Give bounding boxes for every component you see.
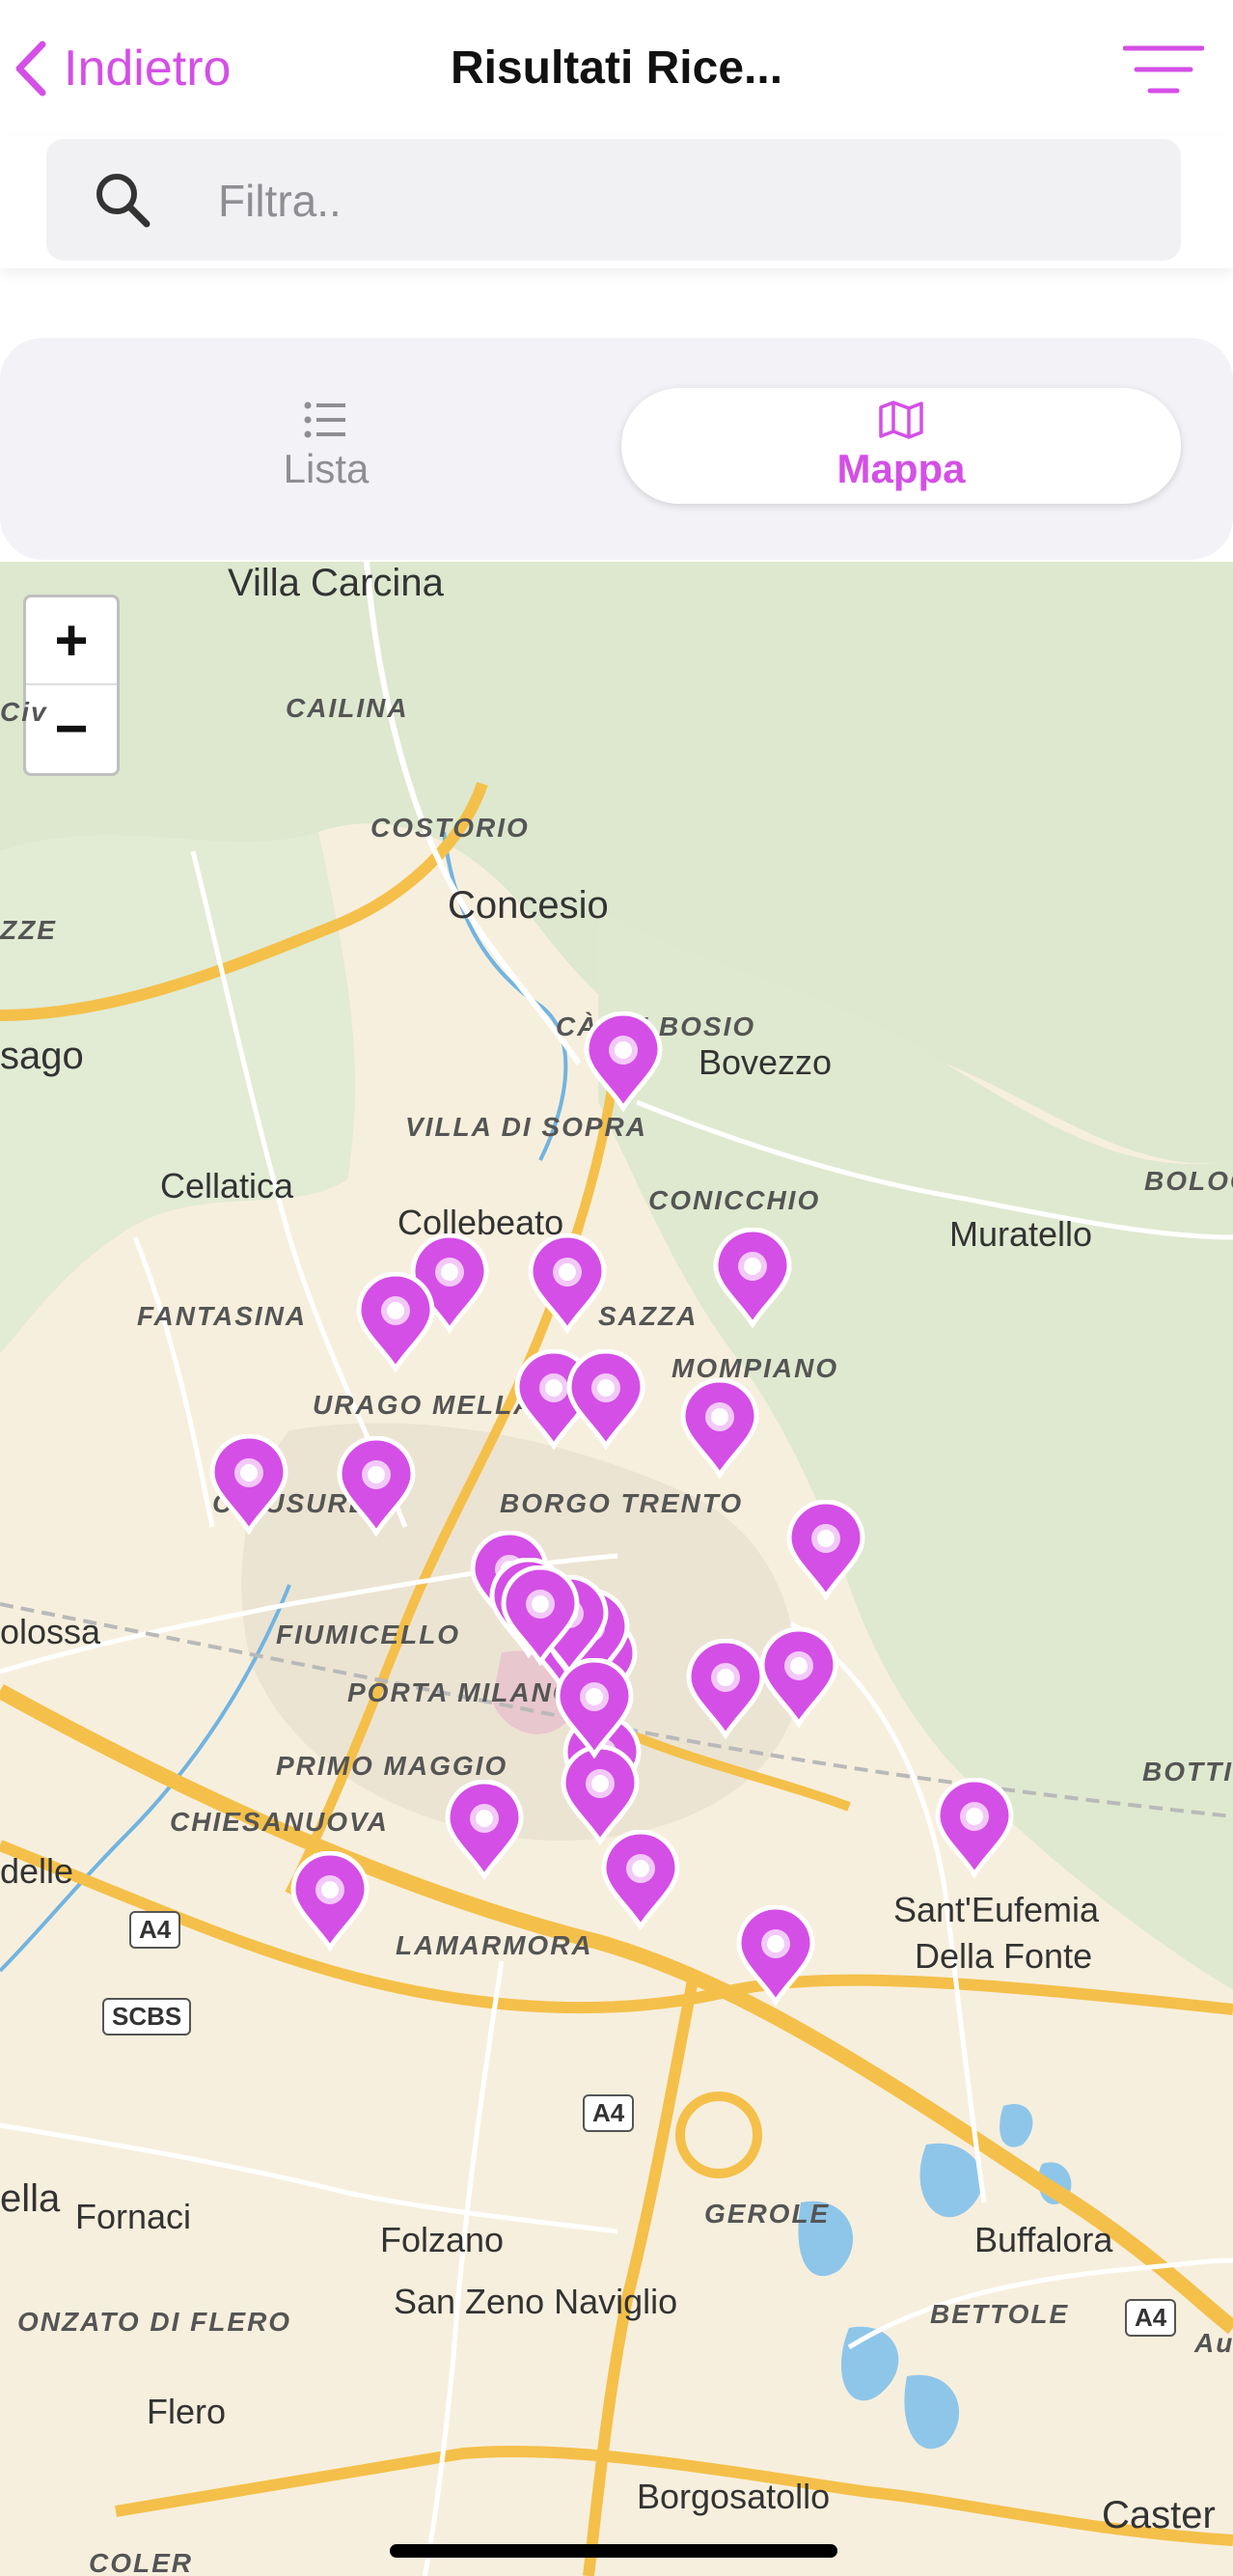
place-label: Flero	[147, 2392, 227, 2431]
map-pin-icon[interactable]	[525, 1233, 610, 1335]
place-label: Bovezzo	[699, 1042, 833, 1082]
place-label: Villa Carcina	[228, 562, 444, 604]
map-pin-icon[interactable]	[563, 1348, 648, 1451]
map-pin-icon[interactable]	[710, 1227, 795, 1329]
home-indicator	[390, 2544, 837, 2558]
map-pin-icon[interactable]	[677, 1377, 762, 1480]
tab-mappa[interactable]: Mappa	[621, 388, 1181, 504]
list-icon	[304, 402, 345, 438]
map-pin-icon[interactable]	[581, 1011, 666, 1113]
place-label: BETTOLE	[930, 2299, 1070, 2329]
page-title: Risultati Rice...	[450, 42, 783, 94]
place-label: Fornaci	[75, 2197, 192, 2236]
map-base	[0, 562, 1233, 2576]
map-pin-icon[interactable]	[353, 1271, 438, 1373]
place-label: GEROLE	[704, 2199, 831, 2229]
place-label: LAMARMORA	[396, 1930, 593, 1960]
road-shield: A4	[583, 2094, 635, 2132]
zoom-controls: + −	[23, 595, 120, 776]
place-label: Civ	[0, 697, 48, 727]
tab-lista-label: Lista	[283, 446, 370, 491]
place-label: COLER	[89, 2548, 193, 2576]
place-label: San Zeno Naviglio	[394, 2282, 678, 2321]
road-shield: A4	[1125, 2299, 1177, 2337]
map-pin-icon[interactable]	[733, 1904, 818, 2007]
place-label: Muratello	[949, 1214, 1093, 1254]
filter-lines-icon[interactable]	[1123, 42, 1204, 97]
place-label: delle	[0, 1851, 74, 1891]
map-pin-icon[interactable]	[932, 1777, 1017, 1879]
map-pin-icon[interactable]	[683, 1638, 768, 1740]
map-view[interactable]: + − Villa Carcina CAILINA Civ COSTORIO C…	[0, 562, 1233, 2576]
tab-mappa-label: Mappa	[836, 446, 966, 491]
map-pin-icon[interactable]	[206, 1433, 291, 1536]
view-switcher: Lista Mappa	[0, 338, 1233, 560]
place-label: BORGO TRENTO	[500, 1488, 744, 1518]
place-label: PRIMO MAGGIO	[276, 1751, 508, 1781]
map-icon	[879, 401, 923, 439]
search-bar-container	[0, 135, 1233, 268]
place-label: Caster	[1102, 2494, 1216, 2536]
place-label: Borgosatollo	[637, 2477, 831, 2516]
place-label: sago	[0, 1035, 84, 1077]
navigation-bar: Indietro Risultati Rice...	[0, 0, 1233, 135]
place-label: Buffalora	[974, 2220, 1113, 2259]
place-label: ZZE	[0, 915, 57, 945]
place-label: ella	[0, 2177, 61, 2220]
map-pin-icon[interactable]	[334, 1435, 419, 1537]
search-icon	[96, 174, 151, 228]
map-pin-icon[interactable]	[756, 1626, 841, 1729]
map-pin-icon[interactable]	[598, 1829, 683, 1931]
place-label: COSTORIO	[370, 813, 530, 843]
place-label: Au	[1194, 2328, 1233, 2358]
place-label: VILLA DI SOPRA	[405, 1112, 647, 1142]
place-label: FIUMICELLO	[276, 1620, 461, 1649]
map-pin-icon[interactable]	[783, 1499, 868, 1601]
place-label: FANTASINA	[137, 1301, 308, 1331]
place-label: ONZATO DI FLERO	[17, 2307, 292, 2337]
search-input[interactable]	[216, 139, 1146, 263]
map-pin-icon[interactable]	[552, 1657, 637, 1759]
place-label: Sant'Eufemia	[893, 1890, 1099, 1929]
place-label: Concesio	[448, 884, 609, 927]
place-label: CHIESANUOVA	[170, 1807, 389, 1837]
place-label: Folzano	[380, 2220, 505, 2259]
map-pin-icon[interactable]	[442, 1779, 527, 1881]
place-label: olossa	[0, 1612, 101, 1651]
place-label: CAILINA	[286, 693, 409, 723]
map-pin-icon[interactable]	[288, 1850, 372, 1953]
place-label: BOLOG	[1144, 1166, 1233, 1196]
place-label: BOTTIC	[1142, 1757, 1233, 1787]
road-shield: SCBS	[102, 1998, 192, 2036]
search-field[interactable]	[46, 139, 1181, 263]
place-label: Cellatica	[160, 1166, 294, 1205]
map-pin-icon[interactable]	[498, 1565, 583, 1667]
place-label: Della Fonte	[915, 1936, 1093, 1976]
place-label: CONICCHIO	[648, 1185, 821, 1215]
road-shield: A4	[129, 1911, 181, 1949]
tab-lista[interactable]: Lista	[46, 388, 606, 504]
zoom-in-button[interactable]: +	[26, 597, 117, 685]
place-label: URAGO MELLA	[313, 1390, 535, 1420]
place-label: SAZZA	[598, 1301, 699, 1331]
